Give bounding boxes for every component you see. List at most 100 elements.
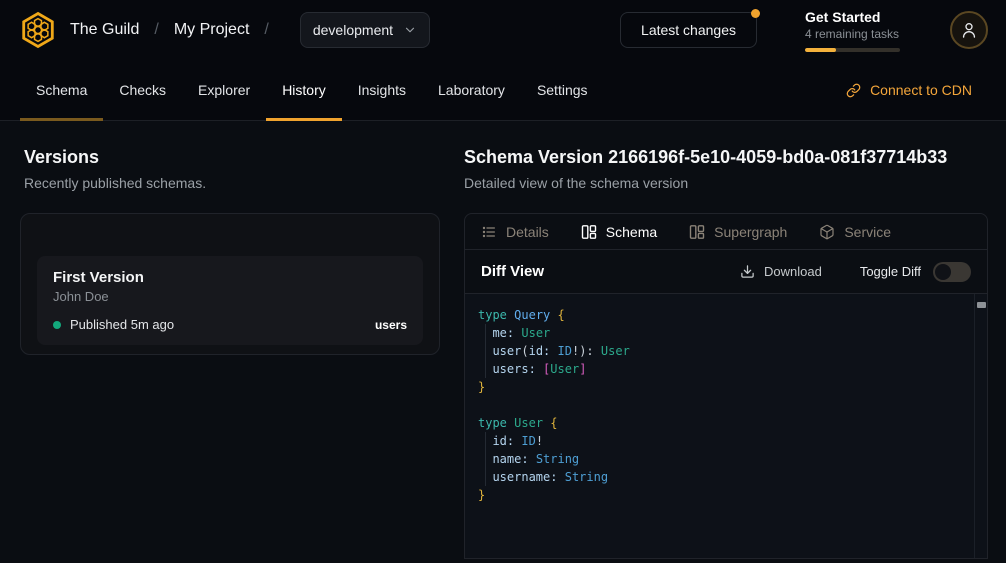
tab-settings[interactable]: Settings [521, 60, 604, 120]
code-token: ID [521, 434, 535, 448]
person-icon [959, 20, 979, 40]
code-token: users: [492, 362, 535, 376]
version-list-item[interactable]: First Version John Doe Published 5m ago … [37, 256, 423, 345]
list-icon [481, 224, 497, 240]
toggle-diff-switch[interactable] [933, 262, 971, 282]
tab-service[interactable]: Service [819, 224, 891, 240]
target-selector-value: development [313, 22, 393, 38]
tab-history[interactable]: History [266, 60, 342, 120]
tab-checks[interactable]: Checks [103, 60, 182, 120]
user-avatar-button[interactable] [950, 11, 988, 49]
code-scrollbar-thumb[interactable] [977, 302, 986, 308]
code-token: name: [492, 452, 528, 466]
tab-label: Explorer [198, 82, 250, 98]
tab-laboratory[interactable]: Laboratory [422, 60, 521, 120]
connect-to-cdn-link[interactable]: Connect to CDN [846, 60, 988, 120]
latest-changes-button[interactable]: Latest changes [620, 12, 757, 48]
version-meta-row: Published 5m ago users [53, 317, 407, 332]
code-token [478, 362, 492, 376]
code-token: } [478, 488, 485, 502]
code-token: ( [521, 344, 528, 358]
tab-schema[interactable]: Schema [20, 60, 103, 120]
tab-label: Schema [36, 82, 87, 98]
tab-insights[interactable]: Insights [342, 60, 422, 120]
content-area: Versions Recently published schemas. Fir… [0, 121, 1006, 563]
tab-label: Settings [537, 82, 588, 98]
code-block: type Query { me: User user(id: ID!): Use… [478, 306, 967, 504]
code-token: User [601, 344, 630, 358]
code-token: type [478, 308, 507, 322]
tab-details[interactable]: Details [481, 224, 549, 240]
code-token [529, 452, 536, 466]
project-breadcrumb[interactable]: My Project [174, 21, 250, 39]
breadcrumb-separator: / [264, 21, 268, 39]
main-nav: Schema Checks Explorer History Insights … [0, 60, 1006, 121]
code-token: } [478, 380, 485, 394]
code-token [478, 434, 492, 448]
service-name-badge: users [375, 318, 407, 332]
chevron-down-icon [403, 23, 417, 37]
code-token [478, 344, 492, 358]
version-detail-panel: Schema Version 2166196f-5e10-4059-bd0a-0… [460, 121, 1006, 563]
panels-icon [581, 224, 597, 240]
detail-tab-label: Service [844, 224, 891, 240]
diff-view-toolbar: Diff View Download Toggle Diff [465, 250, 987, 294]
code-token: me: [492, 326, 514, 340]
code-line: user(id: ID!): User [478, 342, 967, 360]
download-label: Download [764, 264, 822, 279]
download-button[interactable]: Download [740, 264, 822, 279]
toggle-knob [935, 264, 951, 280]
versions-subtitle: Recently published schemas. [24, 175, 440, 191]
code-token: { [550, 416, 557, 430]
tab-supergraph[interactable]: Supergraph [689, 224, 787, 240]
get-started-subtitle: 4 remaining tasks [805, 27, 900, 41]
code-line: } [478, 378, 967, 396]
code-token: { [558, 308, 565, 322]
cube-icon [819, 224, 835, 240]
connect-to-cdn-label: Connect to CDN [870, 82, 972, 98]
breadcrumb-separator: / [154, 21, 158, 39]
code-token: type [478, 416, 507, 430]
org-breadcrumb[interactable]: The Guild [70, 21, 139, 39]
code-token: username: [492, 470, 557, 484]
versions-title: Versions [24, 147, 440, 168]
tab-label: Laboratory [438, 82, 505, 98]
version-status: Published 5m ago [70, 317, 174, 332]
versions-panel: Versions Recently published schemas. Fir… [0, 121, 460, 563]
code-line: users: [User] [478, 360, 967, 378]
versions-list-card: First Version John Doe Published 5m ago … [20, 213, 440, 355]
target-selector-dropdown[interactable]: development [300, 12, 430, 48]
version-name: First Version [53, 269, 407, 286]
tab-explorer[interactable]: Explorer [182, 60, 266, 120]
diff-view-title: Diff View [481, 263, 544, 280]
code-line: me: User [478, 324, 967, 342]
version-author: John Doe [53, 289, 407, 304]
code-token: ! [536, 434, 543, 448]
code-token: User [550, 362, 579, 376]
code-token: id: [529, 344, 551, 358]
tab-schema-view[interactable]: Schema [581, 224, 657, 240]
code-scrollbar[interactable] [974, 294, 987, 558]
toggle-diff-group: Toggle Diff [860, 262, 971, 282]
code-line: username: String [478, 468, 967, 486]
get-started-title: Get Started [805, 9, 900, 25]
published-dot-icon [53, 321, 61, 329]
version-detail-title: Schema Version 2166196f-5e10-4059-bd0a-0… [464, 147, 988, 168]
code-token [550, 344, 557, 358]
notification-dot [751, 9, 760, 18]
code-line: type Query { [478, 306, 967, 324]
tab-label: History [282, 82, 326, 98]
detail-tab-label: Supergraph [714, 224, 787, 240]
get-started-widget[interactable]: Get Started 4 remaining tasks [805, 9, 900, 52]
panels-icon [689, 224, 705, 240]
code-line: } [478, 486, 967, 504]
get-started-progress-fill [805, 48, 836, 52]
code-token: String [565, 470, 608, 484]
schema-code-viewer[interactable]: type Query { me: User user(id: ID!): Use… [465, 294, 987, 558]
toggle-diff-label: Toggle Diff [860, 264, 921, 279]
detail-tabs: Details Schema [465, 214, 987, 250]
guild-logo-icon[interactable] [18, 10, 58, 50]
version-detail-box: Details Schema [464, 213, 988, 559]
get-started-progressbar [805, 48, 900, 52]
code-token [550, 308, 557, 322]
